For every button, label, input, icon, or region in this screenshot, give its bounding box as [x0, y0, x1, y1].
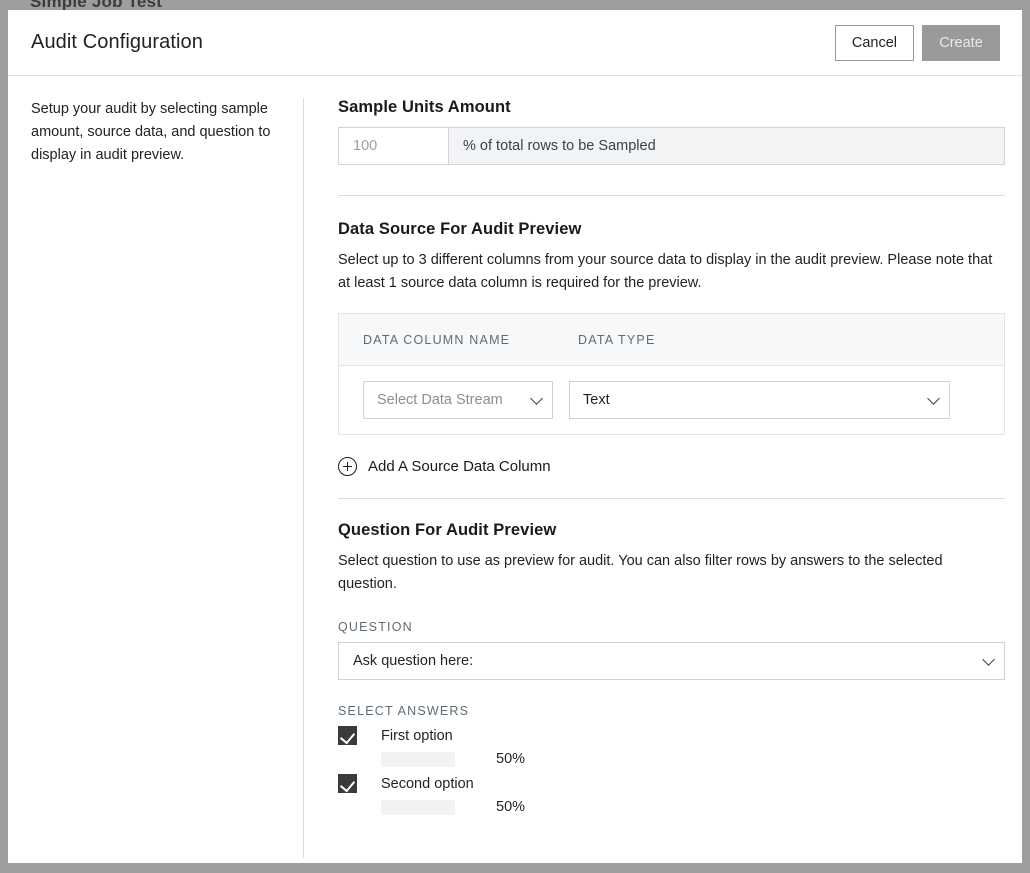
data-stream-select[interactable]: Select Data Stream — [363, 381, 553, 419]
data-source-title: Data Source For Audit Preview — [338, 220, 582, 238]
question-select[interactable]: Ask question here: — [338, 642, 1005, 680]
data-type-select[interactable]: Text — [569, 381, 950, 419]
screen-root: Simple Job Test Audit Configuration Canc… — [0, 0, 1030, 873]
answer-percent-label: 50% — [496, 751, 526, 767]
add-source-data-column-label: Add A Source Data Column — [368, 458, 551, 475]
modal-header-actions: Cancel Create — [834, 24, 1000, 61]
question-section-description: Select question to use as preview for au… — [338, 553, 943, 592]
table-row: Select Data Stream Text — [339, 366, 1004, 434]
cancel-button[interactable]: Cancel — [834, 24, 914, 61]
data-source-description: Select up to 3 different columns from yo… — [338, 252, 993, 291]
sample-units-row: % of total rows to be Sampled — [338, 127, 1005, 165]
answer-checkbox[interactable] — [338, 726, 357, 745]
question-section-title: Question For Audit Preview — [338, 521, 557, 539]
answer-checkbox[interactable] — [338, 774, 357, 793]
answer-label: Second option — [381, 775, 474, 792]
sample-units-title: Sample Units Amount — [338, 98, 511, 116]
sample-units-input[interactable] — [339, 128, 449, 164]
sample-units-suffix-label: % of total rows to be Sampled — [449, 128, 1004, 164]
plus-circle-icon — [338, 457, 357, 476]
chevron-down-icon — [927, 392, 940, 405]
audit-configuration-modal: Audit Configuration Cancel Create Setup … — [8, 10, 1022, 863]
chevron-down-icon — [530, 392, 543, 405]
answer-progress-row: 50% — [338, 751, 1010, 767]
data-source-table-header: DATA COLUMN NAME DATA TYPE — [339, 314, 1004, 366]
side-panel: Setup your audit by selecting sample amo… — [8, 98, 303, 863]
data-stream-select-value: Select Data Stream — [377, 392, 503, 408]
data-type-select-value: Text — [583, 392, 610, 408]
add-source-data-column-button[interactable]: Add A Source Data Column — [338, 457, 551, 476]
answer-progress-row: 50% — [338, 799, 1010, 815]
side-panel-description: Setup your audit by selecting sample amo… — [31, 101, 271, 163]
answer-progress-track — [381, 751, 455, 767]
column-header-data-column-name: DATA COLUMN NAME — [363, 332, 511, 347]
data-source-table: DATA COLUMN NAME DATA TYPE Select Data S… — [338, 313, 1005, 435]
answer-label: First option — [381, 727, 453, 744]
create-button[interactable]: Create — [922, 24, 1000, 61]
column-header-data-type: DATA TYPE — [578, 332, 656, 347]
select-answers-label: SELECT ANSWERS — [338, 704, 470, 718]
page-title: Audit Configuration — [31, 31, 204, 53]
list-item: First option 50% — [338, 726, 1010, 767]
answer-progress-track — [381, 799, 455, 815]
list-item: Second option 50% — [338, 774, 1010, 815]
question-select-value: Ask question here: — [353, 653, 474, 669]
chevron-down-icon — [982, 653, 995, 666]
answer-row-header: First option — [338, 726, 1010, 745]
modal-header: Audit Configuration Cancel Create — [8, 10, 1022, 76]
question-field-label: QUESTION — [338, 620, 413, 634]
answers-list: First option 50% Second option 50% — [338, 726, 1010, 815]
answer-percent-label: 50% — [496, 799, 526, 815]
answer-row-header: Second option — [338, 774, 1010, 793]
modal-body: Setup your audit by selecting sample amo… — [8, 76, 1022, 863]
main-panel: Sample Units Amount % of total rows to b… — [304, 98, 1022, 863]
